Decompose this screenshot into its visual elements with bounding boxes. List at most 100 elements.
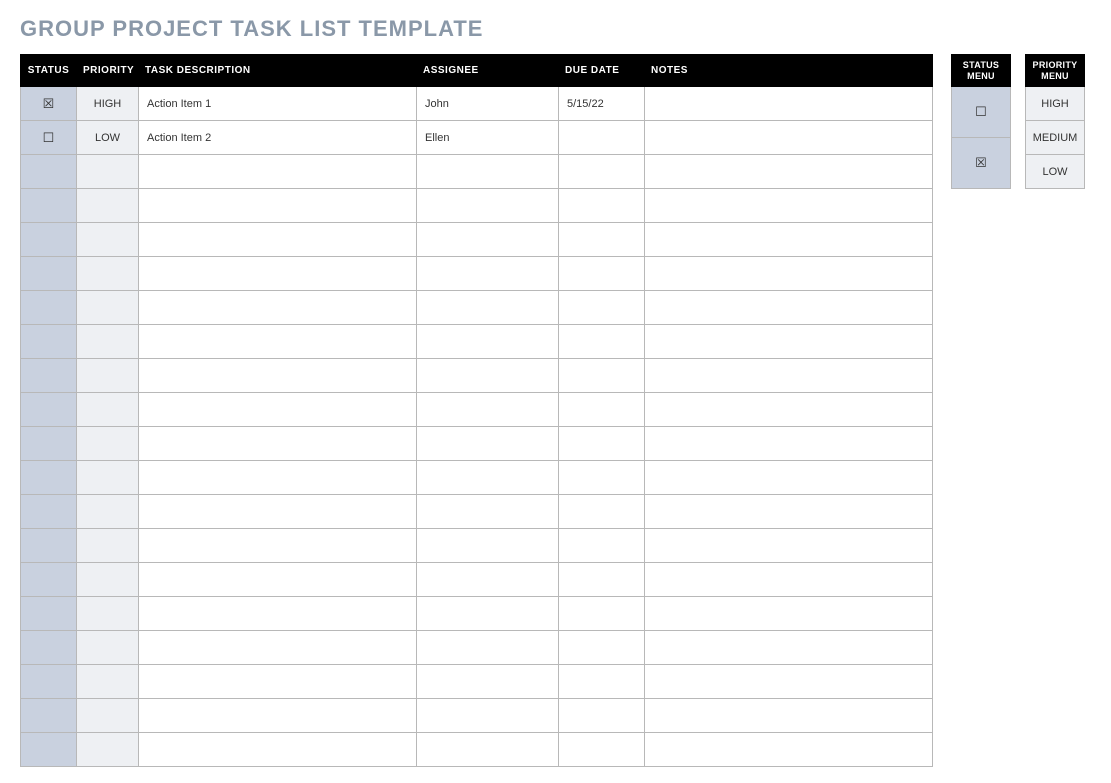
status-menu-item[interactable]: ☒ [952, 138, 1011, 189]
notes-cell[interactable] [645, 733, 933, 767]
status-menu-item[interactable]: ☐ [952, 87, 1011, 138]
due-cell[interactable] [559, 665, 645, 699]
priority-cell[interactable] [77, 529, 139, 563]
due-cell[interactable] [559, 631, 645, 665]
status-cell[interactable] [21, 597, 77, 631]
due-cell[interactable] [559, 733, 645, 767]
notes-cell[interactable] [645, 155, 933, 189]
status-cell[interactable] [21, 223, 77, 257]
status-cell[interactable] [21, 427, 77, 461]
due-cell[interactable] [559, 121, 645, 155]
assignee-cell[interactable] [417, 631, 559, 665]
due-cell[interactable] [559, 359, 645, 393]
status-cell[interactable] [21, 529, 77, 563]
priority-cell[interactable]: LOW [77, 121, 139, 155]
assignee-cell[interactable]: John [417, 87, 559, 121]
priority-cell[interactable] [77, 359, 139, 393]
task-cell[interactable] [139, 495, 417, 529]
priority-cell[interactable]: HIGH [77, 87, 139, 121]
assignee-cell[interactable] [417, 189, 559, 223]
notes-cell[interactable] [645, 257, 933, 291]
priority-cell[interactable] [77, 631, 139, 665]
priority-cell[interactable] [77, 427, 139, 461]
task-cell[interactable] [139, 325, 417, 359]
task-cell[interactable] [139, 631, 417, 665]
status-cell[interactable] [21, 631, 77, 665]
status-cell[interactable] [21, 563, 77, 597]
notes-cell[interactable] [645, 563, 933, 597]
due-cell[interactable] [559, 427, 645, 461]
task-cell[interactable] [139, 563, 417, 597]
notes-cell[interactable] [645, 291, 933, 325]
notes-cell[interactable] [645, 631, 933, 665]
assignee-cell[interactable] [417, 155, 559, 189]
due-cell[interactable] [559, 325, 645, 359]
due-cell[interactable] [559, 597, 645, 631]
notes-cell[interactable] [645, 495, 933, 529]
priority-cell[interactable] [77, 495, 139, 529]
due-cell[interactable]: 5/15/22 [559, 87, 645, 121]
task-cell[interactable] [139, 529, 417, 563]
task-cell[interactable] [139, 359, 417, 393]
task-cell[interactable] [139, 733, 417, 767]
assignee-cell[interactable] [417, 461, 559, 495]
priority-menu-item[interactable]: LOW [1026, 155, 1085, 189]
notes-cell[interactable] [645, 597, 933, 631]
task-cell[interactable] [139, 223, 417, 257]
priority-cell[interactable] [77, 733, 139, 767]
due-cell[interactable] [559, 189, 645, 223]
task-cell[interactable]: Action Item 2 [139, 121, 417, 155]
priority-cell[interactable] [77, 155, 139, 189]
priority-cell[interactable] [77, 563, 139, 597]
task-cell[interactable]: Action Item 1 [139, 87, 417, 121]
status-cell[interactable] [21, 155, 77, 189]
assignee-cell[interactable] [417, 563, 559, 597]
status-cell[interactable]: ☐ [21, 121, 77, 155]
due-cell[interactable] [559, 291, 645, 325]
task-cell[interactable] [139, 427, 417, 461]
status-cell[interactable] [21, 393, 77, 427]
task-cell[interactable] [139, 597, 417, 631]
assignee-cell[interactable] [417, 665, 559, 699]
priority-cell[interactable] [77, 393, 139, 427]
notes-cell[interactable] [645, 325, 933, 359]
task-cell[interactable] [139, 155, 417, 189]
assignee-cell[interactable] [417, 427, 559, 461]
priority-cell[interactable] [77, 325, 139, 359]
notes-cell[interactable] [645, 121, 933, 155]
due-cell[interactable] [559, 257, 645, 291]
status-cell[interactable] [21, 257, 77, 291]
assignee-cell[interactable] [417, 359, 559, 393]
status-cell[interactable] [21, 733, 77, 767]
priority-menu-item[interactable]: HIGH [1026, 87, 1085, 121]
notes-cell[interactable] [645, 87, 933, 121]
notes-cell[interactable] [645, 699, 933, 733]
status-cell[interactable] [21, 325, 77, 359]
priority-cell[interactable] [77, 257, 139, 291]
assignee-cell[interactable] [417, 529, 559, 563]
due-cell[interactable] [559, 699, 645, 733]
task-cell[interactable] [139, 291, 417, 325]
assignee-cell[interactable] [417, 699, 559, 733]
notes-cell[interactable] [645, 359, 933, 393]
assignee-cell[interactable] [417, 393, 559, 427]
priority-cell[interactable] [77, 699, 139, 733]
priority-cell[interactable] [77, 597, 139, 631]
assignee-cell[interactable] [417, 257, 559, 291]
task-cell[interactable] [139, 393, 417, 427]
status-cell[interactable] [21, 189, 77, 223]
priority-cell[interactable] [77, 223, 139, 257]
due-cell[interactable] [559, 461, 645, 495]
due-cell[interactable] [559, 495, 645, 529]
status-cell[interactable] [21, 699, 77, 733]
due-cell[interactable] [559, 223, 645, 257]
notes-cell[interactable] [645, 461, 933, 495]
assignee-cell[interactable] [417, 597, 559, 631]
assignee-cell[interactable] [417, 733, 559, 767]
status-cell[interactable] [21, 665, 77, 699]
status-cell[interactable] [21, 291, 77, 325]
status-cell[interactable] [21, 495, 77, 529]
notes-cell[interactable] [645, 189, 933, 223]
notes-cell[interactable] [645, 529, 933, 563]
status-cell[interactable]: ☒ [21, 87, 77, 121]
